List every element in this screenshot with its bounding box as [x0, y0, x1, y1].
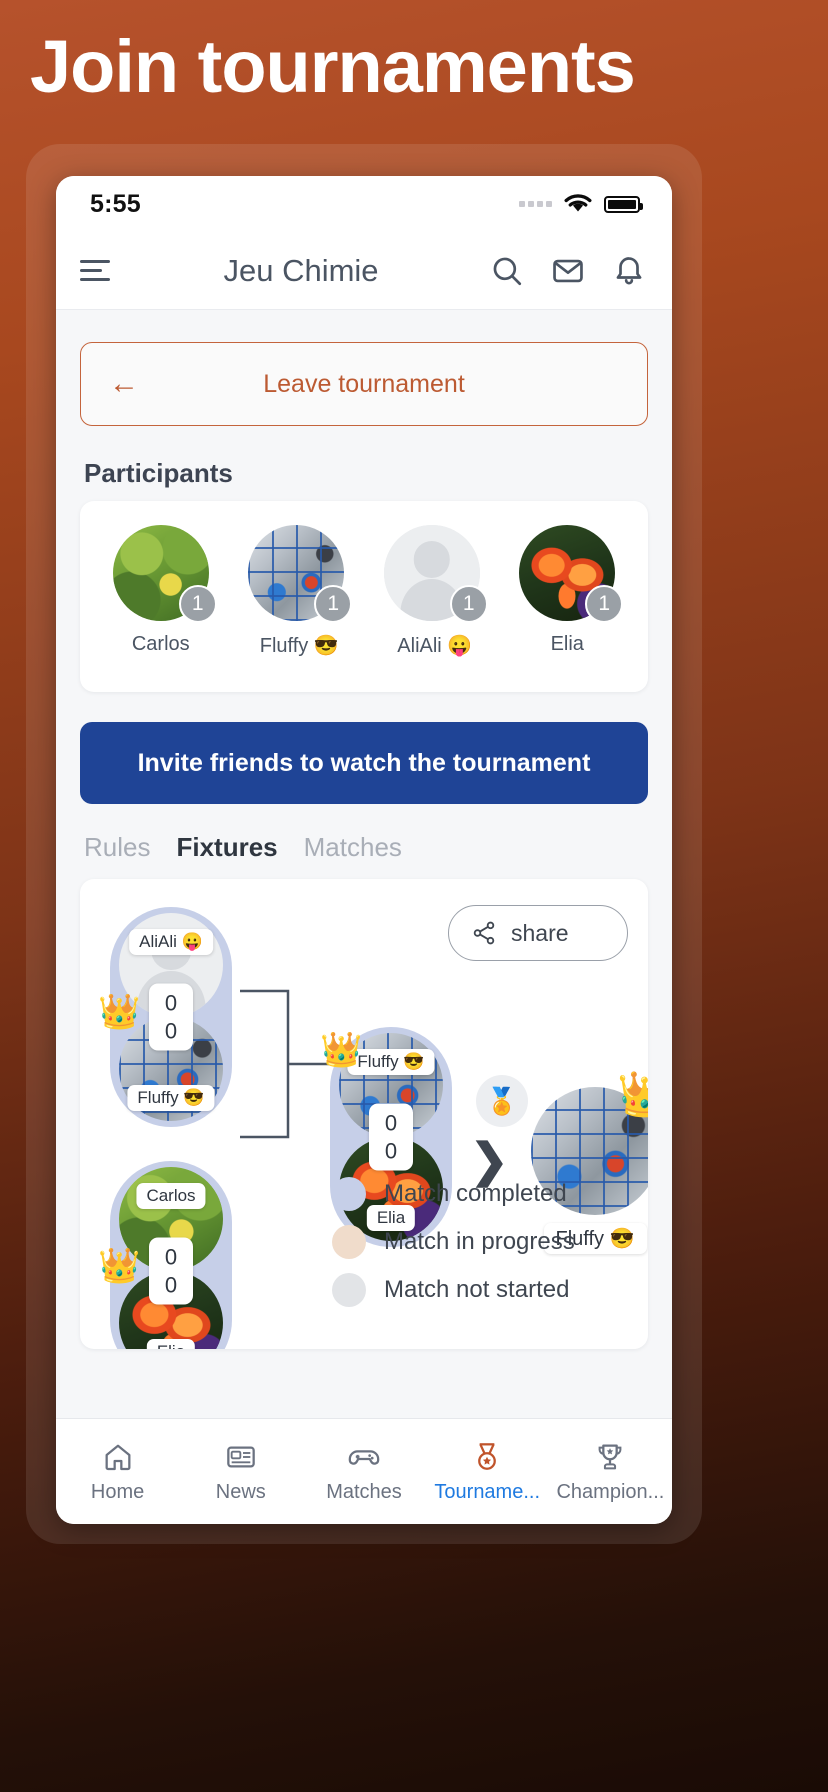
- crown-icon: 👑: [617, 1070, 648, 1119]
- bracket-match[interactable]: AliAli 😛 Fluffy 😎 0 0 👑: [98, 907, 232, 1127]
- legend-dot-in-progress: [332, 1225, 366, 1259]
- score-top: 0: [164, 1244, 178, 1270]
- legend-dot-completed: [332, 1177, 366, 1211]
- leave-tournament-button[interactable]: ← Leave tournament: [80, 342, 648, 426]
- phone-screen: 5:55 Jeu Chimie ← Leave tournament Parti…: [56, 176, 672, 1524]
- participants-heading: Participants: [84, 458, 233, 488]
- nav-label: News: [215, 1480, 266, 1503]
- participant-badge: 1: [178, 585, 217, 623]
- participant-name: Fluffy 😎: [259, 635, 339, 657]
- page-content: ← Leave tournament Participants 1 Carlos…: [56, 310, 672, 1418]
- page-title: Join tournaments: [30, 25, 636, 108]
- share-button-label: share: [511, 919, 569, 946]
- legend-label: Match completed: [384, 1180, 567, 1207]
- participant-name: Elia: [550, 633, 584, 655]
- status-bar-indicators: [519, 193, 643, 215]
- bottom-navigation: Home News Matches Tourname... Champion..…: [56, 1418, 672, 1524]
- invite-friends-button[interactable]: Invite friends to watch the tournament: [80, 722, 648, 804]
- crown-icon: 👑: [98, 993, 141, 1031]
- participant-item[interactable]: 1 Elia: [509, 525, 627, 658]
- nav-item-championships[interactable]: Champion...: [549, 1440, 672, 1504]
- crown-icon: 👑: [98, 1247, 141, 1285]
- score-bottom: 0: [164, 1272, 178, 1297]
- status-bar-time: 5:55: [90, 189, 141, 218]
- tab-rules[interactable]: Rules: [84, 832, 150, 863]
- avatar-wrap: 1: [248, 525, 353, 623]
- score-bottom: 0: [384, 1138, 398, 1163]
- participants-card: 1 Carlos 1 Fluffy 😎 1 AliAli 😛 1 Elia: [80, 501, 648, 692]
- bracket-card: share AliAli 😛 Fluffy 😎 0 0 👑 Carlos 0 0…: [80, 879, 648, 1349]
- player-name-chip: Elia: [146, 1339, 196, 1349]
- fixtures-tabs: Rules Fixtures Matches: [84, 832, 672, 863]
- participant-badge: 1: [585, 585, 624, 623]
- participant-item[interactable]: 1 AliAli 😛: [373, 525, 491, 658]
- legend-dot-not-started: [332, 1273, 366, 1307]
- avatar-wrap: 1: [383, 525, 488, 623]
- news-icon: [225, 1440, 257, 1474]
- bracket-match[interactable]: Carlos Elia 0 0 👑: [98, 1161, 232, 1349]
- legend-label: Match in progress: [384, 1228, 575, 1255]
- tab-fixtures[interactable]: Fixtures: [176, 832, 277, 863]
- medal-icon: [471, 1440, 503, 1474]
- status-bar: 5:55: [56, 176, 672, 232]
- legend-item: Match not started: [332, 1273, 575, 1307]
- nav-label: Matches: [326, 1480, 402, 1503]
- trophy-icon: [594, 1440, 626, 1474]
- nav-label: Tourname...: [434, 1480, 541, 1503]
- tab-matches[interactable]: Matches: [304, 832, 402, 863]
- search-icon[interactable]: [490, 254, 524, 288]
- match-score: 0 0: [149, 983, 193, 1051]
- wifi-icon: [564, 194, 592, 212]
- arrow-left-icon: ←: [109, 367, 139, 400]
- leave-tournament-label: Leave tournament: [263, 369, 465, 398]
- nav-item-tournaments[interactable]: Tourname...: [426, 1440, 549, 1504]
- app-header-actions: [490, 254, 646, 288]
- participant-badge: 1: [449, 585, 488, 623]
- avatar-wrap: 1: [519, 525, 624, 623]
- crown-icon: 👑: [320, 1031, 363, 1069]
- avatar-wrap: 1: [112, 525, 217, 623]
- participant-item[interactable]: 1 Fluffy 😎: [238, 525, 356, 658]
- legend-label: Match not started: [384, 1276, 570, 1303]
- score-bottom: 0: [164, 1018, 178, 1043]
- score-top: 0: [164, 990, 178, 1016]
- legend-item: Match in progress: [332, 1225, 575, 1259]
- participant-name: Carlos: [131, 633, 190, 655]
- gamepad-icon: [347, 1440, 381, 1474]
- player-name-chip: Fluffy 😎: [127, 1085, 215, 1111]
- signal-dots-icon: [519, 201, 552, 207]
- nav-item-home[interactable]: Home: [56, 1440, 179, 1504]
- nav-label: Champion...: [556, 1480, 665, 1503]
- bracket-legend: Match completed Match in progress Match …: [332, 1177, 575, 1321]
- participant-badge: 1: [314, 585, 353, 623]
- score-top: 0: [384, 1110, 398, 1136]
- bell-icon[interactable]: [612, 254, 646, 288]
- player-name-chip: Carlos: [136, 1183, 206, 1209]
- match-score: 0 0: [369, 1103, 413, 1171]
- nav-label: Home: [90, 1480, 145, 1503]
- participant-item[interactable]: 1 Carlos: [102, 525, 220, 658]
- battery-icon: [604, 195, 643, 213]
- match-score: 0 0: [149, 1237, 193, 1305]
- home-icon: [102, 1440, 134, 1474]
- app-title: Jeu Chimie: [223, 252, 379, 288]
- app-header: Jeu Chimie: [56, 232, 672, 310]
- medal-icon: 🏅: [476, 1075, 528, 1127]
- share-button[interactable]: share: [448, 905, 628, 961]
- mail-icon[interactable]: [551, 254, 585, 288]
- player-name-chip: Elia: [366, 1205, 416, 1231]
- participant-name: AliAli 😛: [397, 635, 473, 657]
- nav-item-news[interactable]: News: [179, 1440, 302, 1504]
- player-name-chip: AliAli 😛: [129, 929, 213, 955]
- share-icon: [473, 921, 495, 945]
- nav-item-matches[interactable]: Matches: [302, 1440, 425, 1504]
